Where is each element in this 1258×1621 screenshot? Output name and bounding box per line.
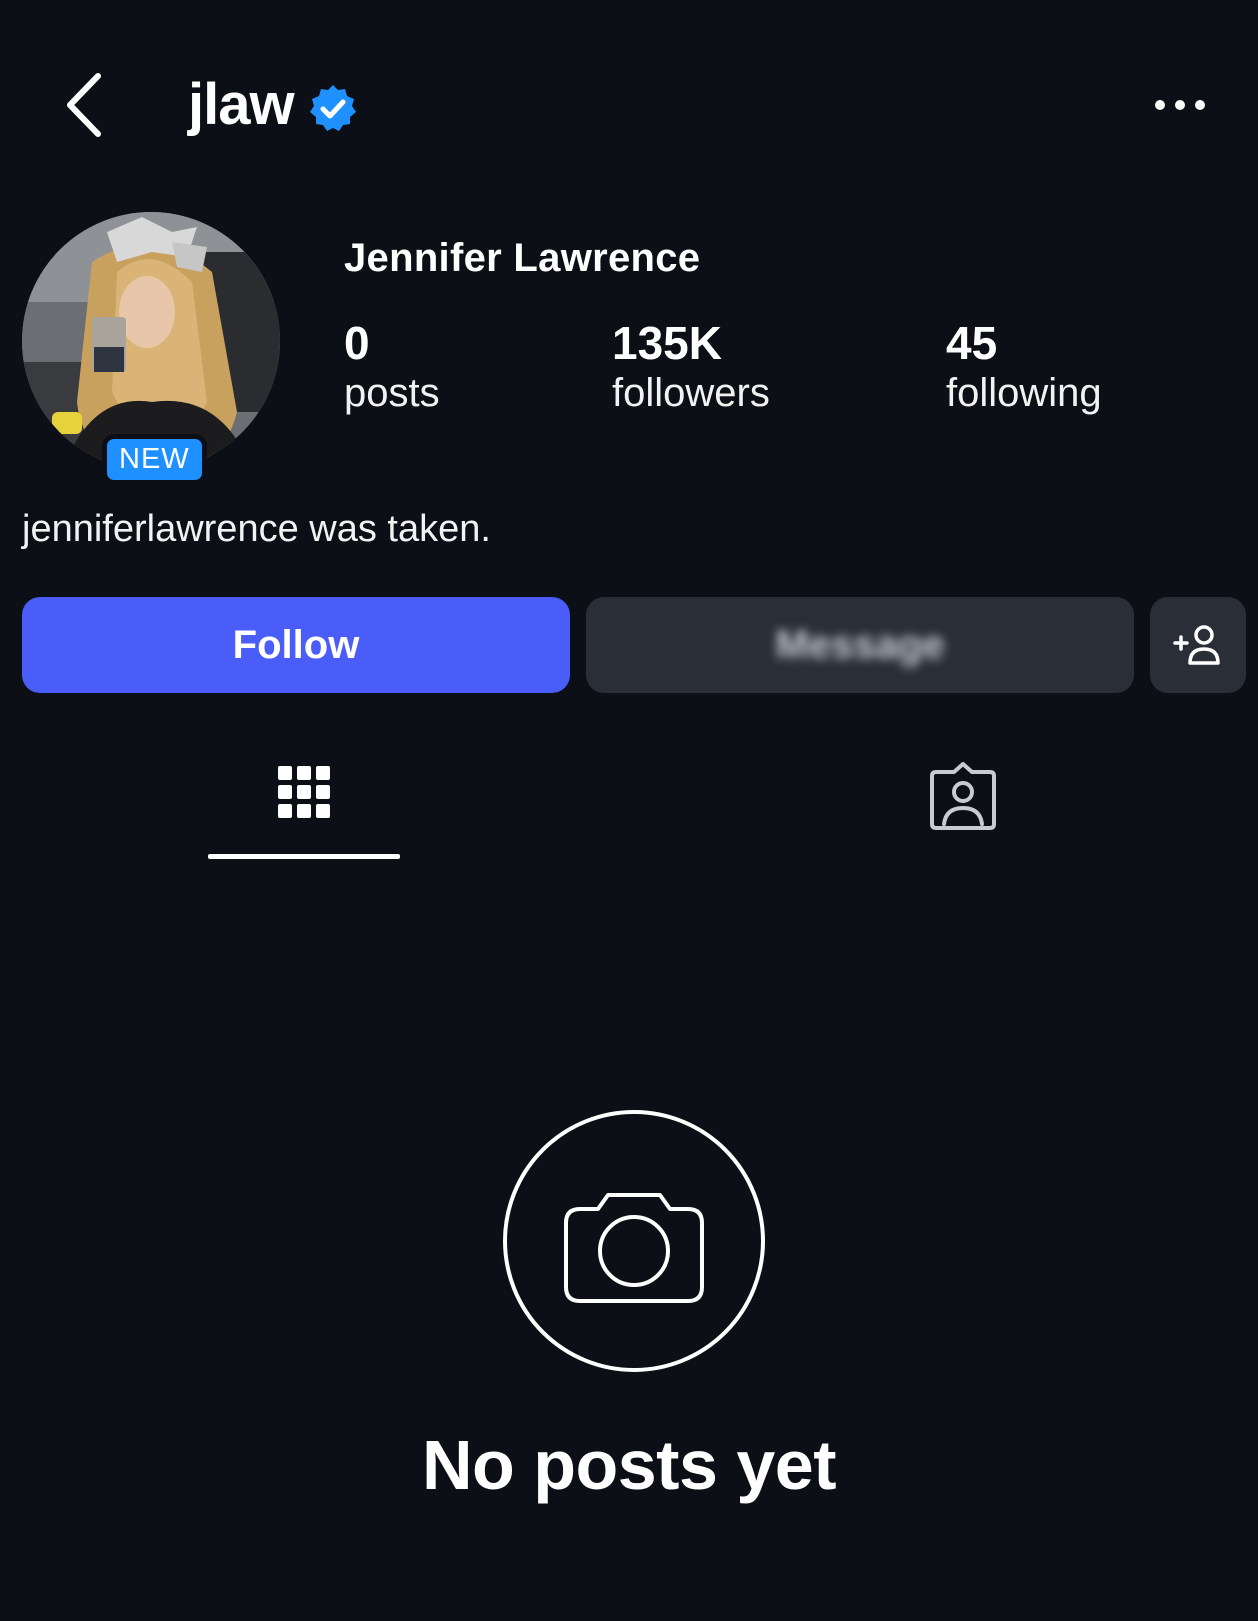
- followers-label: followers: [612, 370, 770, 415]
- avatar: [22, 212, 280, 470]
- bio-text: jenniferlawrence was taken.: [22, 508, 491, 550]
- stat-following[interactable]: 45 following: [946, 318, 1102, 417]
- new-badge: NEW: [102, 434, 207, 486]
- tagged-person-icon: [930, 762, 996, 830]
- more-horizontal-icon: [1155, 100, 1205, 110]
- camera-icon: [503, 1110, 765, 1372]
- active-tab-indicator: [208, 854, 400, 859]
- username: jlaw: [188, 72, 295, 137]
- avatar-container[interactable]: NEW: [22, 212, 280, 486]
- followers-count: 135K: [612, 317, 722, 369]
- tab-tagged[interactable]: [773, 740, 1153, 860]
- grid-icon: [278, 766, 330, 818]
- empty-state-icon-container: [502, 1109, 766, 1373]
- full-name: Jennifer Lawrence: [344, 236, 701, 280]
- empty-state-text: No posts yet: [421, 1426, 837, 1504]
- verified-badge-icon: [309, 85, 356, 131]
- tab-posts-grid[interactable]: [114, 740, 494, 860]
- stat-followers[interactable]: 135K followers: [612, 318, 770, 417]
- following-label: following: [946, 370, 1102, 415]
- profile-header: jlaw: [188, 70, 358, 140]
- posts-count: 0: [344, 317, 370, 369]
- following-count: 45: [946, 317, 998, 369]
- message-button-label: Message: [775, 622, 945, 667]
- follow-button[interactable]: Follow: [22, 597, 570, 693]
- stat-posts[interactable]: 0 posts: [344, 318, 440, 417]
- back-button[interactable]: [62, 70, 112, 140]
- posts-label: posts: [344, 370, 440, 415]
- message-button[interactable]: Message: [586, 597, 1134, 693]
- suggested-accounts-button[interactable]: [1150, 597, 1246, 693]
- add-person-icon: [1173, 625, 1220, 665]
- chevron-left-icon: [67, 73, 101, 137]
- more-options-button[interactable]: [1150, 90, 1210, 120]
- avatar-photo: [22, 212, 280, 470]
